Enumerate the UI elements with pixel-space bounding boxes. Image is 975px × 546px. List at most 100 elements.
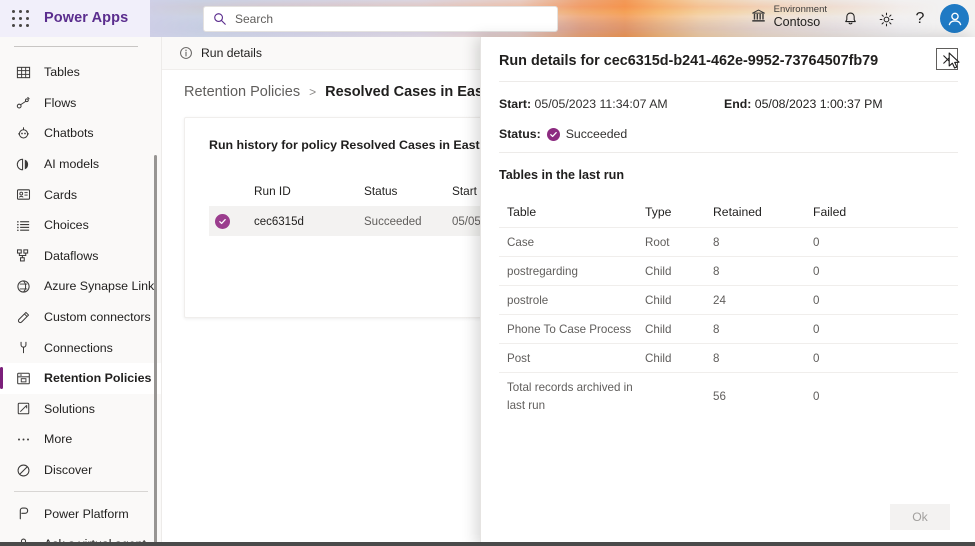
cell-type: Child xyxy=(645,352,672,365)
search-icon xyxy=(214,13,226,25)
flow-nodes-icon xyxy=(14,93,33,112)
sidebar-item-ask-a-virtual-agent[interactable]: Ask a virtual agent xyxy=(0,529,161,542)
environment-selector[interactable]: Environment Contoso xyxy=(750,4,827,29)
sidebar-item-ai-models[interactable]: AI models xyxy=(0,149,161,180)
column-header-retained[interactable]: Retained xyxy=(713,205,762,219)
run-end-row: End: 05/08/2023 1:00:37 PM xyxy=(724,97,883,111)
sidebar-item-label: Custom connectors xyxy=(44,310,151,325)
check-circle-filled-icon xyxy=(546,127,560,141)
sidebar-item-connections[interactable]: Connections xyxy=(0,332,161,363)
cell-retained: 8 xyxy=(713,236,720,249)
table-row: Post Child 8 0 xyxy=(499,343,958,372)
column-header-run-id[interactable]: Run ID xyxy=(254,184,291,198)
solution-box-icon xyxy=(14,399,33,418)
row-selected-indicator[interactable] xyxy=(209,213,254,229)
sidebar-item-tables[interactable]: Tables xyxy=(0,57,161,88)
breadcrumb-root[interactable]: Retention Policies xyxy=(184,84,300,100)
sidebar-divider xyxy=(14,491,148,493)
sidebar-item-flows[interactable]: Flows xyxy=(0,88,161,119)
sidebar-item-label: More xyxy=(44,432,73,447)
cell-failed: 0 xyxy=(813,352,820,365)
sidebar-item-label: Connections xyxy=(44,340,113,355)
sidebar-item-dataflows[interactable]: Dataflows xyxy=(0,241,161,272)
environment-building-icon xyxy=(751,9,765,22)
bell-icon xyxy=(844,12,856,24)
sidebar-item-label: Discover xyxy=(44,463,93,478)
grid-waffle-icon[interactable] xyxy=(10,8,32,30)
sidebar-item-label: Power Platform xyxy=(44,506,129,521)
sidebar-item-chatbots[interactable]: Chatbots xyxy=(0,118,161,149)
brand-title[interactable]: Power Apps xyxy=(44,10,128,26)
cell-failed: 0 xyxy=(813,294,820,307)
sidebar-item-label: Chatbots xyxy=(44,126,94,141)
cell-status: Succeeded xyxy=(364,216,422,228)
environment-label: Environment xyxy=(773,4,827,15)
breadcrumb-separator: > xyxy=(309,85,317,99)
column-header-failed[interactable]: Failed xyxy=(813,205,846,219)
sidebar-item-choices[interactable]: Choices xyxy=(0,210,161,241)
sidebar-item-retention-policies[interactable]: Retention Policies xyxy=(0,362,161,394)
person-avatar-icon xyxy=(948,12,961,25)
column-header-table[interactable]: Table xyxy=(507,205,536,219)
search-input[interactable]: Search xyxy=(203,6,558,32)
sidebar-item-power-platform[interactable]: Power Platform xyxy=(0,498,161,529)
close-x-icon xyxy=(942,54,952,64)
run-status-label: Status: xyxy=(499,127,541,141)
panel-title: Run details for cec6315d-b241-462e-9952-… xyxy=(499,53,879,69)
cell-table: postrole xyxy=(507,294,549,307)
cell-failed: 0 xyxy=(813,390,820,403)
close-button[interactable] xyxy=(936,48,958,70)
table-row: Case Root 8 0 xyxy=(499,227,958,256)
sidebar-scrollbar[interactable] xyxy=(153,155,157,542)
sidebar-nav-list: Tables Flows Chatbots AI models Cards Ch… xyxy=(0,57,161,542)
cell-retained: 8 xyxy=(713,265,720,278)
panel-header-divider xyxy=(499,81,958,82)
panel-section-divider xyxy=(499,152,958,153)
cell-table: Post xyxy=(507,352,531,365)
sidebar-item-label: Solutions xyxy=(44,401,95,416)
settings-button[interactable] xyxy=(873,6,899,32)
sidebar-item-more[interactable]: More xyxy=(0,424,161,455)
column-header-type[interactable]: Type xyxy=(645,205,671,219)
run-end-value: 05/08/2023 1:00:37 PM xyxy=(754,97,883,111)
column-header-start[interactable]: Start xyxy=(452,184,477,198)
sidebar-item-cards[interactable]: Cards xyxy=(0,179,161,210)
column-header-status[interactable]: Status xyxy=(364,184,397,198)
sidebar-item-label: AI models xyxy=(44,157,100,172)
card-title: Run history for policy Resolved Cases in… xyxy=(209,138,496,152)
sidebar-item-label: Cards xyxy=(44,187,78,202)
notifications-button[interactable] xyxy=(837,6,863,32)
ok-button[interactable]: Ok xyxy=(890,504,950,530)
sidebar-item-label: Tables xyxy=(44,65,80,80)
run-start-row: Start: 05/05/2023 11:34:07 AM xyxy=(499,97,668,111)
sidebar-item-label: Retention Policies xyxy=(44,371,152,386)
plug-connector-icon xyxy=(14,308,33,327)
sidebar-item-azure-synapse-link[interactable]: Azure Synapse Link xyxy=(0,271,161,302)
power-apps-window: Power Apps Search Environment Contoso ? … xyxy=(0,0,975,546)
sidebar-item-custom-connectors[interactable]: Custom connectors xyxy=(0,302,161,333)
cell-retained: 8 xyxy=(713,352,720,365)
table-grid-icon xyxy=(14,63,33,82)
cell-retained: 8 xyxy=(713,323,720,336)
virtual-agent-icon xyxy=(14,535,33,542)
cell-type: Child xyxy=(645,294,672,307)
sidebar-item-label: Flows xyxy=(44,95,77,110)
synapse-circle-icon xyxy=(14,277,33,296)
sidebar-item-solutions[interactable]: Solutions xyxy=(0,394,161,425)
avatar[interactable] xyxy=(940,4,969,33)
sidebar-item-discover[interactable]: Discover xyxy=(0,455,161,486)
cell-type: Child xyxy=(645,323,672,336)
cell-failed: 0 xyxy=(813,265,820,278)
cell-type: Child xyxy=(645,265,672,278)
run-details-command[interactable]: Run details xyxy=(201,46,262,60)
tables-in-last-run-table: Table Type Retained Failed Case Root 8 0… xyxy=(499,197,958,419)
discover-compass-icon xyxy=(14,461,33,480)
help-button[interactable]: ? xyxy=(907,6,933,32)
run-start-label: Start: xyxy=(499,97,532,111)
card-icon xyxy=(14,185,33,204)
cell-retained: 24 xyxy=(713,294,726,307)
sidebar-item-label: Choices xyxy=(44,218,89,233)
gear-icon xyxy=(879,12,893,26)
list-choices-icon xyxy=(14,216,33,235)
cell-table: Phone To Case Process xyxy=(507,323,632,336)
